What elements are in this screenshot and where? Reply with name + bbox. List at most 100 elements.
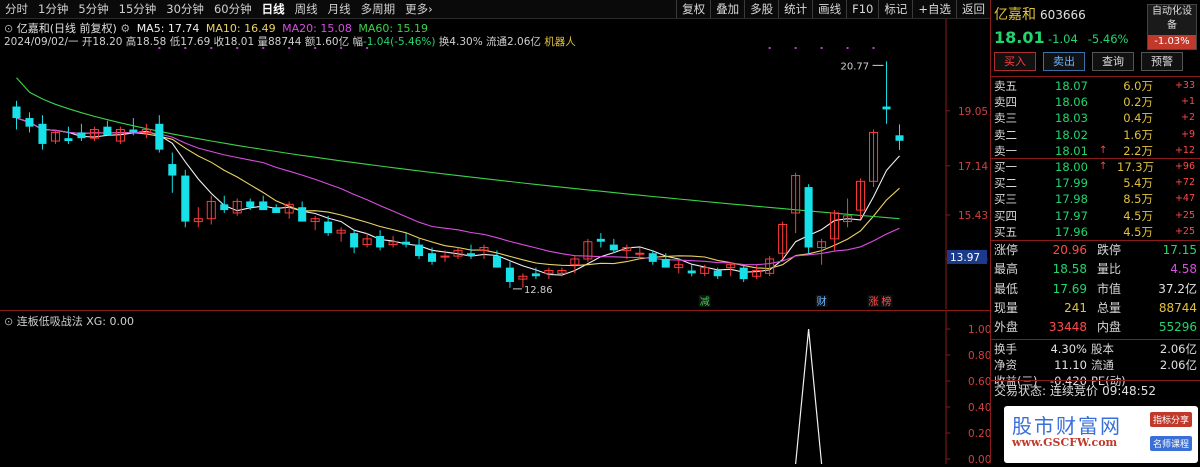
- ask-row[interactable]: 卖一 18.01 ↑ 2.2万 +12: [991, 143, 1200, 159]
- candle-body: [155, 123, 164, 150]
- change-amount: -1.04: [1048, 32, 1078, 46]
- candle-body: [661, 258, 670, 268]
- current-price-label: 13.97: [950, 252, 980, 264]
- concept-tag[interactable]: 机器人: [544, 36, 576, 48]
- alert-button[interactable]: 预警: [1141, 52, 1183, 71]
- stat-row: 涨停 20.96 跌停 17.15: [991, 241, 1200, 260]
- tab-daily[interactable]: 日线: [257, 1, 290, 17]
- watermark-tag1: 指标分享: [1149, 412, 1192, 427]
- tab-monthly[interactable]: 月线: [323, 1, 356, 17]
- tab-15min[interactable]: 15分钟: [114, 1, 162, 17]
- adjust-button[interactable]: 复权: [676, 0, 710, 18]
- event-tag: 涨: [869, 296, 879, 308]
- sell-button[interactable]: 卖出: [1043, 52, 1085, 71]
- candle-body: [895, 135, 904, 141]
- level-volume: 17.3万: [1117, 160, 1155, 174]
- mark-button[interactable]: 标记: [878, 0, 912, 18]
- stat-label: 流通: [1091, 358, 1114, 372]
- add-watchlist-button[interactable]: +自选: [912, 0, 956, 18]
- chart-canvas[interactable]: 19.0517.1415.4313.8913.9720.7712.86减财涨榜: [0, 19, 990, 309]
- stat-row: 外盘 33448 内盘 55296: [991, 318, 1200, 337]
- statistics-button[interactable]: 统计: [778, 0, 812, 18]
- bid-row[interactable]: 买二 17.99 5.4万 +72: [991, 175, 1200, 191]
- tab-timeshare[interactable]: 分时: [0, 1, 33, 17]
- stat-value: 2.06亿: [1159, 358, 1197, 372]
- turnover-summary: 换4.30% 流通2.06亿: [438, 36, 541, 48]
- buy-button[interactable]: 买入: [994, 52, 1036, 71]
- watermark-site: www.GSCFW.com: [1012, 436, 1118, 449]
- stat-value: 88744: [1158, 300, 1197, 315]
- tab-multi-period[interactable]: 多周期: [356, 1, 401, 17]
- level-volume: 4.5万: [1123, 208, 1153, 223]
- tab-30min[interactable]: 30分钟: [161, 1, 209, 17]
- candle-body: [350, 233, 359, 248]
- candle-body: [648, 253, 657, 262]
- level-price: 17.99: [1055, 176, 1088, 191]
- f10-button[interactable]: F10: [846, 0, 878, 18]
- indicator-canvas[interactable]: 1.000.800.600.400.200.00: [0, 311, 991, 466]
- bid-row[interactable]: 买五 17.96 4.5万 +25: [991, 224, 1200, 240]
- overlay-button[interactable]: 叠加: [710, 0, 744, 18]
- ask-row[interactable]: 卖三 18.03 0.4万 +2: [991, 110, 1200, 126]
- candle-body: [440, 255, 450, 258]
- y-tick-label: 17.14: [958, 161, 988, 173]
- stat-label: 净资: [994, 358, 1017, 372]
- candle-body: [635, 252, 645, 255]
- stat-label: 换手: [994, 342, 1017, 356]
- level-change: +25: [1174, 209, 1195, 221]
- ask-row[interactable]: 卖二 18.02 1.6万 +9: [991, 127, 1200, 143]
- level-volume: 1.6万: [1123, 127, 1153, 142]
- signal-dot: [846, 47, 849, 49]
- divider: [991, 76, 1200, 77]
- indicator-header: ⊙ 连板低吸战法 XG: 0.00: [4, 313, 134, 329]
- ask-row[interactable]: 卖五 18.07 6.0万 +33: [991, 78, 1200, 94]
- sector-box[interactable]: 自动化设备 -1.03%: [1147, 4, 1197, 50]
- bid-row[interactable]: 买三 17.98 8.5万 +47: [991, 191, 1200, 207]
- query-button[interactable]: 查询: [1092, 52, 1134, 71]
- bid-row[interactable]: 买四 17.97 4.5万 +25: [991, 208, 1200, 224]
- level-price: 18.07: [1055, 79, 1088, 93]
- candle-body: [466, 253, 476, 257]
- level-price: 18.00: [1055, 160, 1088, 174]
- candle-body: [272, 207, 281, 213]
- level-change: +9: [1180, 128, 1195, 140]
- level-price: 18.06: [1055, 95, 1088, 110]
- level-label: 卖五: [994, 79, 1017, 93]
- tab-more[interactable]: 更多›: [400, 1, 438, 17]
- level-change: +72: [1174, 177, 1195, 189]
- candle-body: [12, 106, 21, 119]
- tool-buttons: 复权 叠加 多股 统计 画线 F10 标记 +自选 返回: [676, 0, 990, 18]
- indicator-tick-label: 0.20: [968, 428, 990, 440]
- candle-body: [103, 126, 112, 136]
- indicator-panel[interactable]: 1.00 0.80 0.60 0.40 0.20 0.00 ⊙ 连板低吸战法 XG: 0.…: [0, 310, 991, 466]
- draw-line-button[interactable]: 画线: [812, 0, 846, 18]
- bid-book: 买一 18.00 ↑ 17.3万 +96 买二 17.99 5.4万 +72 买三 17.98 8.5…: [991, 159, 1200, 240]
- bid-row[interactable]: 买一 18.00 ↑ 17.3万 +96: [991, 159, 1200, 175]
- indicator-title: 连板低吸战法 XG: 0.00: [16, 315, 134, 328]
- back-button[interactable]: 返回: [956, 0, 990, 18]
- stat-value: 20.96: [1052, 243, 1087, 257]
- tab-60min[interactable]: 60分钟: [209, 1, 257, 17]
- candle-body: [402, 241, 411, 245]
- current-price: 18.01: [994, 28, 1045, 47]
- indicator-collapse-icon[interactable]: ⊙: [4, 315, 13, 328]
- level-change: +47: [1174, 193, 1195, 205]
- tab-weekly[interactable]: 周线: [290, 1, 323, 17]
- stat-label: 内盘: [1097, 320, 1122, 335]
- stat-label: 市值: [1097, 281, 1122, 296]
- divider: [991, 339, 1200, 340]
- stock-code: 603666: [1040, 8, 1086, 22]
- candlestick-chart[interactable]: 19.0517.1415.4313.8913.9720.7712.86减财涨榜 …: [0, 19, 990, 309]
- level-price: 17.98: [1055, 192, 1088, 207]
- tab-5min[interactable]: 5分钟: [73, 1, 113, 17]
- candle-body: [77, 132, 86, 139]
- level-label: 买二: [994, 176, 1017, 191]
- level-change: +2: [1180, 112, 1195, 124]
- change-percent: -5.46%: [1087, 32, 1129, 46]
- multi-stock-button[interactable]: 多股: [744, 0, 778, 18]
- tab-1min[interactable]: 1分钟: [33, 1, 73, 17]
- candle-body: [25, 118, 34, 127]
- stat-label: 跌停: [1097, 243, 1122, 257]
- ask-row[interactable]: 卖四 18.06 0.2万 +1: [991, 94, 1200, 110]
- level-label: 买三: [994, 192, 1017, 207]
